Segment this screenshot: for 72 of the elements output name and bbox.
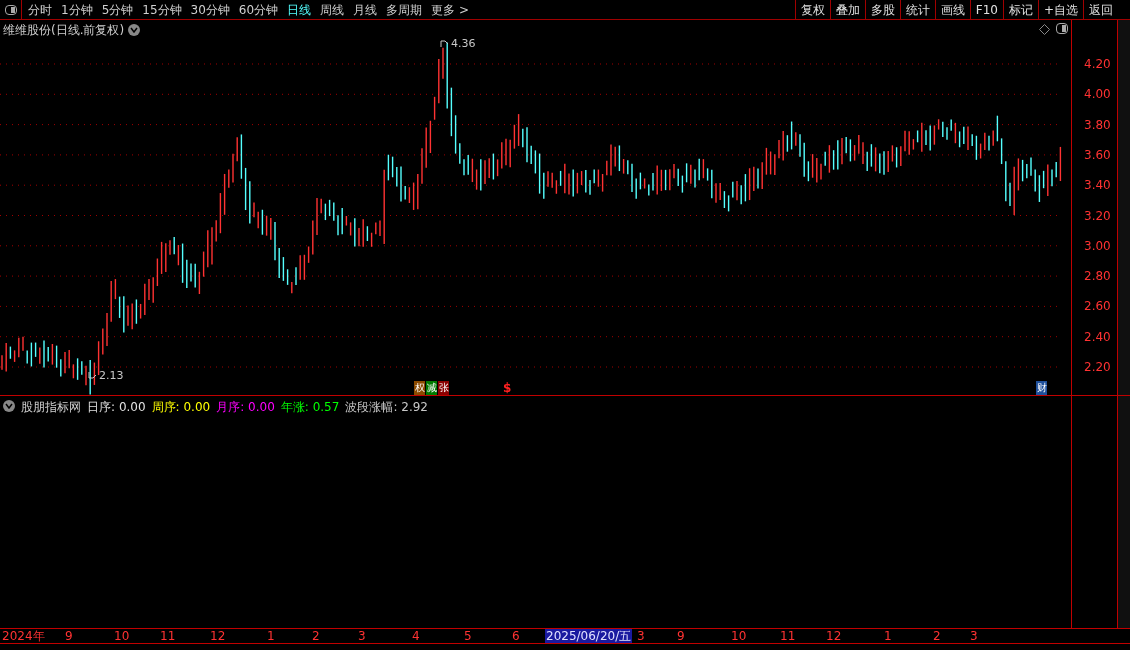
date-axis-label: 2 [933,629,941,643]
date-axis-label: 10 [114,629,130,643]
period-tab[interactable]: 30分钟 [190,0,230,19]
toolbar-button[interactable]: +自选 [1037,0,1083,19]
date-axis-label: 2 [312,629,320,643]
date-axis-label: 3 [970,629,978,643]
toolbar-button[interactable]: 复权 [794,0,830,19]
date-axis-label: 1 [267,629,275,643]
toolbar-button[interactable]: 统计 [899,0,935,19]
price-axis-label: 2.20 [1084,360,1111,374]
event-tag[interactable]: 财 [1036,381,1047,395]
price-axis-label: 2.80 [1084,269,1111,284]
indicator-value: 年涨: 0.57 [280,399,340,416]
period-tab[interactable]: 分时 [28,0,52,19]
flag-icon [440,40,449,49]
toolbar-button[interactable]: F10 [969,0,1003,19]
event-tag[interactable]: 张 [438,381,449,395]
price-axis-label: 3.40 [1084,178,1111,193]
indicator-name: 股朋指标网 [21,399,81,416]
indicator-value: 波段涨幅: 2.92 [345,399,428,416]
period-tab[interactable]: 更多 > [431,0,469,19]
indicator-value: 日序: 0.00 [87,399,146,416]
period-tab[interactable]: 日线 [287,0,312,19]
date-axis-label: 11 [780,629,796,643]
indicator-value: 月序: 0.00 [216,399,275,416]
period-tab[interactable]: 15分钟 [142,0,182,19]
date-axis-label: 1 [884,629,892,643]
date-axis-label: 2025/06/20/五 [545,629,633,643]
price-axis-label: 3.60 [1084,147,1111,162]
chart-title: 维维股份(日线.前复权) [3,22,125,39]
date-axis-label: 3 [358,629,366,643]
dropdown-icon[interactable] [3,400,15,412]
period-tab[interactable]: 周线 [320,0,345,19]
event-tag[interactable]: 权 [414,381,425,395]
toolbar-button[interactable]: 标记 [1002,0,1038,19]
period-tab[interactable]: 1分钟 [61,0,93,19]
date-axis-label: 12 [210,629,226,643]
low-price-label: 2.13 [99,368,124,384]
toolbar-button[interactable]: 多股 [864,0,900,19]
period-tab[interactable]: 多周期 [386,0,423,19]
price-axis-label: 3.00 [1084,238,1111,253]
price-axis-label: 3.20 [1084,208,1111,223]
toolbar-button[interactable]: 返回 [1083,0,1118,19]
date-axis-label: 9 [65,629,73,643]
dropdown-icon[interactable] [128,24,141,36]
price-axis-label: 3.80 [1084,117,1111,132]
period-tab[interactable]: 5分钟 [101,0,134,19]
date-axis-label: 12 [826,629,842,643]
panel-toggle-icon[interactable] [4,4,17,15]
date-axis-label: 3 [637,629,645,643]
date-axis-label: 11 [160,629,176,643]
date-axis-label: 9 [677,629,685,643]
price-axis-label: 4.20 [1084,57,1111,71]
period-tab[interactable]: 60分钟 [238,0,279,19]
signal-marker[interactable]: $ [503,381,512,395]
toolbar-button[interactable]: 画线 [934,0,970,19]
date-axis-label: 5 [464,629,472,643]
price-axis-label: 4.00 [1084,87,1111,102]
price-axis-label: 2.40 [1084,329,1111,344]
panel-toggle-icon[interactable] [1056,23,1068,34]
price-axis-label: 2.60 [1084,299,1111,314]
flag-icon [88,372,97,381]
date-axis-label: 2024年 [2,629,45,643]
diamond-icon[interactable] [1039,24,1050,35]
date-axis-label: 4 [412,629,420,643]
date-axis-label: 6 [512,629,520,643]
date-axis-label: 10 [731,629,747,643]
high-price-label: 4.36 [451,36,476,52]
toolbar-button[interactable]: 叠加 [829,0,865,19]
event-tag[interactable]: 减 [426,381,437,395]
indicator-value: 周序: 0.00 [151,399,211,416]
period-tab[interactable]: 月线 [353,0,378,19]
